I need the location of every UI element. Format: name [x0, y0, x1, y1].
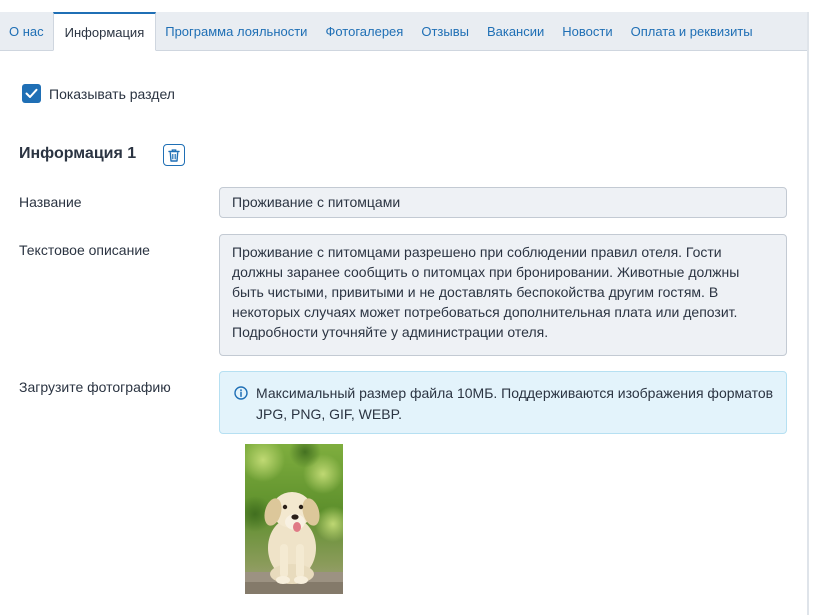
name-label: Название — [19, 194, 82, 210]
tab-information[interactable]: Информация — [52, 12, 157, 51]
tab-payment-details[interactable]: Оплата и реквизиты — [622, 12, 762, 50]
photo-upload-label: Загрузите фотографию — [19, 379, 171, 395]
tab-bar: О нас Информация Программа лояльности Фо… — [0, 12, 807, 51]
show-section-checkbox[interactable] — [22, 84, 41, 103]
photo-info-alert: Максимальный размер файла 10МБ. Поддержи… — [219, 371, 787, 434]
description-label: Текстовое описание — [19, 242, 150, 258]
trash-icon — [168, 148, 180, 162]
show-section-toggle[interactable]: Показывать раздел — [22, 84, 175, 103]
uploaded-photo-thumbnail[interactable] — [245, 444, 343, 594]
section-title: Информация 1 — [19, 145, 137, 162]
tab-photo-gallery[interactable]: Фотогалерея — [316, 12, 412, 50]
tab-loyalty-program[interactable]: Программа лояльности — [156, 12, 316, 50]
scrollbar-track[interactable] — [807, 12, 809, 615]
delete-section-button[interactable] — [163, 144, 185, 166]
check-icon — [25, 88, 38, 98]
tab-vacancies[interactable]: Вакансии — [478, 12, 553, 50]
puppy-photo-image — [245, 444, 343, 594]
description-textarea[interactable]: Проживание с питомцами разрешено при соб… — [219, 234, 787, 356]
show-section-label: Показывать раздел — [49, 85, 175, 102]
info-circle-icon — [234, 386, 248, 400]
tab-news[interactable]: Новости — [553, 12, 621, 50]
tab-reviews[interactable]: Отзывы — [412, 12, 478, 50]
photo-info-text: Максимальный размер файла 10МБ. Поддержи… — [256, 385, 774, 422]
name-input[interactable]: Проживание с питомцами — [219, 187, 787, 218]
tab-about[interactable]: О нас — [0, 12, 53, 50]
